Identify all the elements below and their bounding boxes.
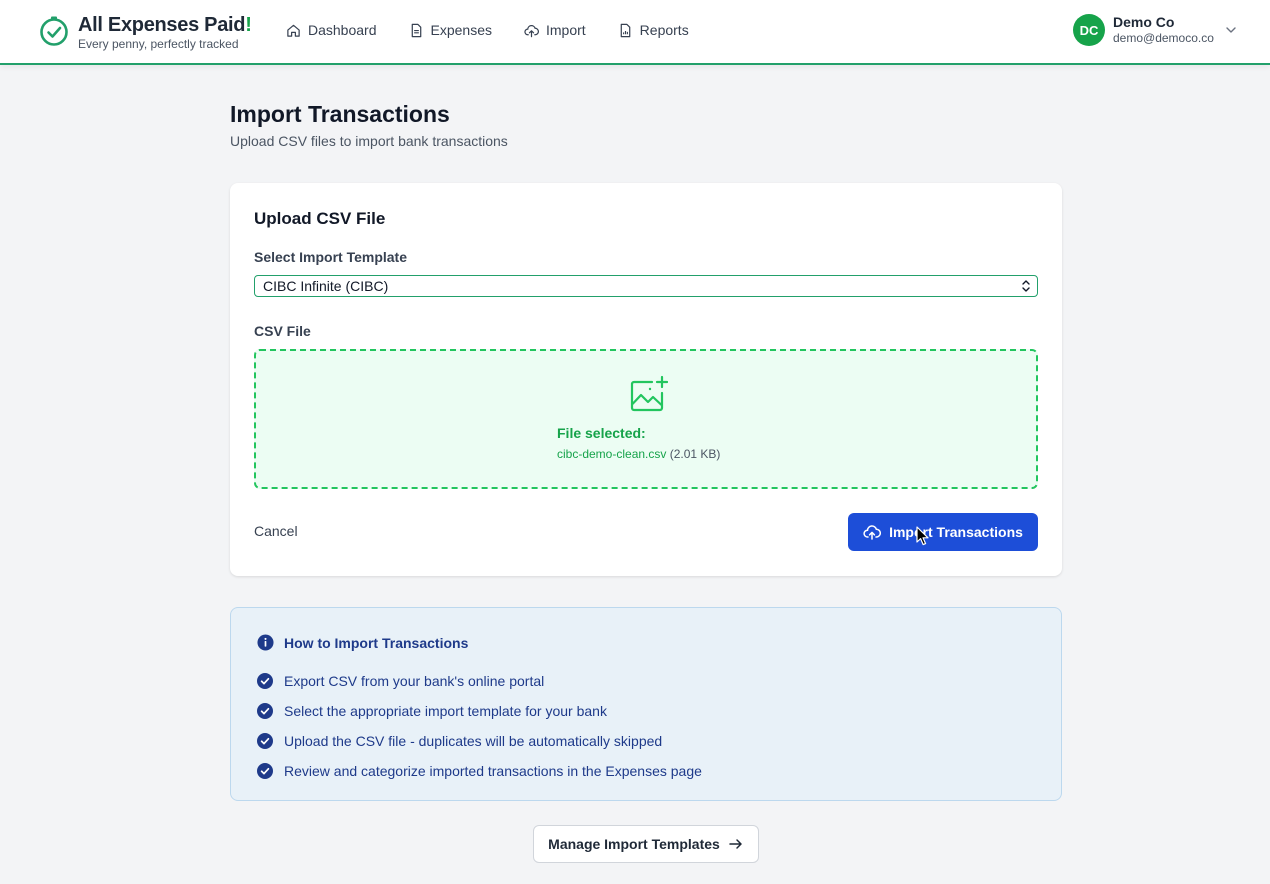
- cloud-upload-icon: [863, 525, 882, 540]
- list-item: Export CSV from your bank's online porta…: [257, 666, 702, 696]
- nav-reports-label: Reports: [639, 22, 689, 38]
- info-steps: Export CSV from your bank's online porta…: [257, 666, 702, 786]
- check-circle-icon: [257, 673, 273, 689]
- file-selected-label: File selected:: [557, 425, 646, 441]
- step-text: Select the appropriate import template f…: [284, 703, 607, 719]
- check-circle-icon: [257, 733, 273, 749]
- info-title: How to Import Transactions: [284, 634, 469, 651]
- mouse-pointer-icon: [916, 526, 929, 546]
- manage-import-templates-label: Manage Import Templates: [548, 836, 720, 852]
- select-updown-icon: [1022, 280, 1030, 292]
- import-transactions-label: Import Transactions: [889, 524, 1023, 540]
- import-transactions-button[interactable]: Import Transactions: [848, 513, 1038, 551]
- page-subtitle: Upload CSV files to import bank transact…: [230, 133, 508, 149]
- list-item: Upload the CSV file - duplicates will be…: [257, 726, 702, 756]
- template-select[interactable]: CIBC Infinite (CIBC): [254, 275, 1038, 297]
- manage-import-templates-button[interactable]: Manage Import Templates: [533, 825, 759, 863]
- info-icon: [257, 634, 274, 651]
- page-title: Import Transactions: [230, 101, 450, 127]
- template-select-value: CIBC Infinite (CIBC): [263, 278, 389, 294]
- info-header: How to Import Transactions: [257, 634, 468, 651]
- list-item: Review and categorize imported transacti…: [257, 756, 702, 786]
- chevron-down-icon: [1226, 27, 1236, 33]
- home-icon: [287, 24, 300, 37]
- upload-card: Upload CSV File Select Import Template C…: [230, 183, 1062, 576]
- stopwatch-check-icon: [40, 16, 68, 46]
- brand-tagline: Every penny, perfectly tracked: [78, 37, 239, 51]
- top-header: All Expenses Paid! Every penny, perfectl…: [0, 0, 1270, 65]
- image-add-icon: [630, 375, 668, 412]
- nav-dashboard[interactable]: Dashboard: [286, 22, 377, 38]
- card-title: Upload CSV File: [254, 209, 386, 228]
- cloud-upload-icon: [524, 24, 539, 37]
- file-dropzone[interactable]: File selected: cibc-demo-clean.csv (2.01…: [254, 349, 1038, 489]
- cancel-button[interactable]: Cancel: [254, 523, 298, 539]
- main-nav: Dashboard Expenses Import Reports: [286, 22, 721, 38]
- avatar: DC: [1073, 14, 1105, 46]
- nav-dashboard-label: Dashboard: [308, 22, 377, 38]
- how-to-import-panel: How to Import Transactions Export CSV fr…: [230, 607, 1062, 801]
- csv-file-label: CSV File: [254, 323, 311, 339]
- brand[interactable]: All Expenses Paid! Every penny, perfectl…: [38, 13, 252, 51]
- check-circle-icon: [257, 763, 273, 779]
- nav-expenses-label: Expenses: [430, 22, 492, 38]
- nav-import-label: Import: [545, 22, 586, 38]
- nav-reports[interactable]: Reports: [618, 22, 689, 38]
- step-text: Upload the CSV file - duplicates will be…: [284, 733, 663, 749]
- file-info: cibc-demo-clean.csv (2.01 KB): [557, 447, 720, 461]
- file-size: (2.01 KB): [669, 447, 721, 461]
- document-icon: [411, 23, 421, 37]
- list-item: Select the appropriate import template f…: [257, 696, 702, 726]
- nav-expenses[interactable]: Expenses: [409, 22, 492, 38]
- report-icon: [620, 23, 630, 37]
- user-email: demo@democo.co: [1113, 31, 1214, 45]
- file-name: cibc-demo-clean.csv: [557, 447, 667, 461]
- step-text: Review and categorize imported transacti…: [284, 763, 702, 779]
- brand-title: All Expenses Paid!: [78, 14, 252, 36]
- user-menu[interactable]: DC Demo Co demo@democo.co: [1073, 14, 1238, 46]
- step-text: Export CSV from your bank's online porta…: [284, 673, 545, 689]
- template-label: Select Import Template: [254, 249, 408, 265]
- nav-import[interactable]: Import: [524, 22, 586, 38]
- check-circle-icon: [257, 703, 273, 719]
- arrow-right-icon: [729, 839, 742, 849]
- user-name: Demo Co: [1113, 14, 1175, 30]
